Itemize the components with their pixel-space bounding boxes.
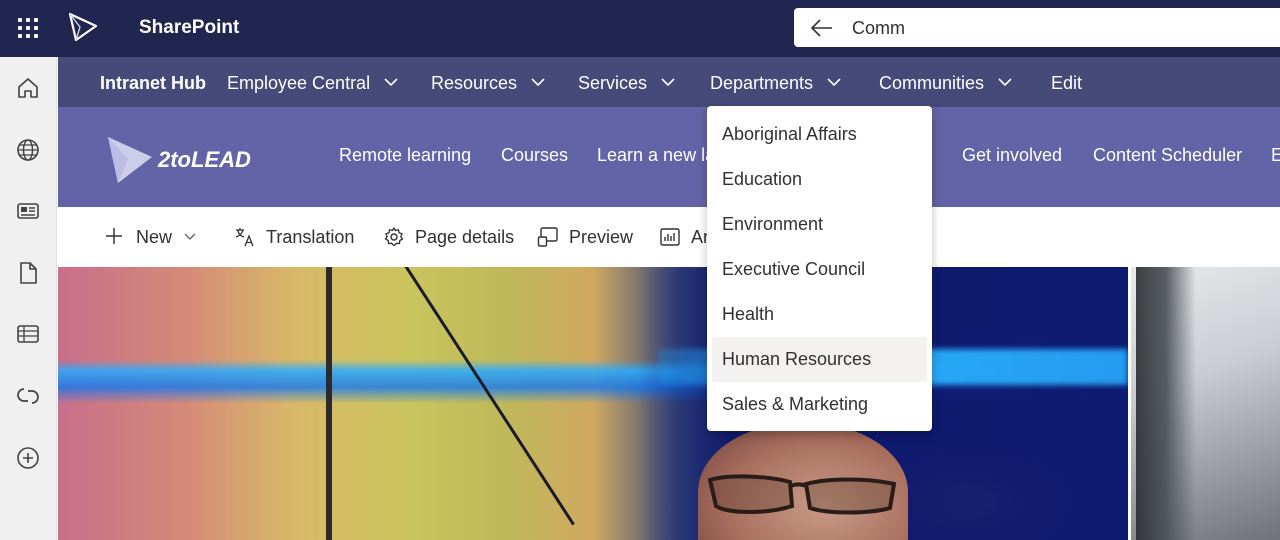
hub-nav-label: Departments [710, 73, 814, 93]
site-nav-learn-new[interactable]: Learn a new la [597, 145, 715, 166]
chevron-down-icon [184, 233, 196, 240]
command-bar: New Translation Page details Preview An [58, 207, 1280, 267]
site-logo-text: 2toLEAD [158, 147, 251, 172]
app-title[interactable]: SharePoint [139, 17, 239, 39]
glasses-icon [708, 474, 897, 515]
site-nav-remote-learning[interactable]: Remote learning [339, 145, 471, 166]
new-label: New [136, 227, 173, 247]
analytics-icon [660, 228, 680, 246]
departments-menu: Aboriginal Affairs Education Environment… [707, 106, 932, 431]
search-box[interactable] [794, 8, 1280, 47]
page-details-label: Page details [415, 227, 515, 247]
preview-button[interactable]: Preview [537, 225, 633, 249]
hub-nav-label: Employee Central [227, 73, 371, 93]
translation-icon [235, 228, 254, 247]
hub-title[interactable]: Intranet Hub [100, 57, 206, 107]
hub-nav-communities[interactable]: Communities [879, 57, 1012, 107]
site-header: 2toLEAD Remote learning Courses Learn a … [58, 107, 1280, 207]
chevron-down-icon [384, 78, 398, 87]
loop-icon[interactable] [15, 383, 41, 409]
back-arrow-icon[interactable] [810, 16, 834, 40]
hub-nav-services[interactable]: Services [578, 57, 675, 107]
hero-frame-line [326, 267, 332, 540]
globe-icon[interactable] [15, 137, 41, 163]
new-button[interactable]: New [104, 225, 200, 249]
translation-label: Translation [266, 227, 355, 247]
menu-item-education[interactable]: Education [712, 157, 927, 202]
preview-icon [537, 227, 558, 247]
menu-item-aboriginal-affairs[interactable]: Aboriginal Affairs [712, 112, 927, 157]
hub-navigation: Intranet Hub Employee Central Resources … [58, 57, 1280, 107]
gear-icon [384, 227, 404, 247]
hub-nav-label: Services [578, 73, 648, 93]
hub-nav-edit[interactable]: Edit [1051, 57, 1082, 107]
news-icon[interactable] [15, 198, 41, 224]
list-icon[interactable] [15, 321, 41, 347]
site-nav-courses[interactable]: Courses [501, 145, 568, 166]
chevron-down-icon [827, 78, 841, 87]
translation-button[interactable]: Translation [234, 225, 354, 249]
hub-nav-employee-central[interactable]: Employee Central [227, 57, 398, 107]
site-nav-content-scheduler[interactable]: Content Scheduler [1093, 145, 1242, 166]
add-circle-icon[interactable] [15, 445, 41, 471]
plus-icon [106, 228, 122, 244]
app-bar [0, 57, 57, 540]
chevron-down-icon [531, 78, 545, 87]
file-icon[interactable] [15, 260, 41, 286]
hero-image[interactable] [58, 267, 1280, 540]
suite-bar: SharePoint [0, 0, 1280, 57]
app-launcher-icon[interactable] [14, 14, 42, 42]
home-icon[interactable] [15, 75, 41, 101]
chevron-down-icon [661, 78, 675, 87]
hub-nav-resources[interactable]: Resources [431, 57, 545, 107]
site-nav-overflow[interactable]: E [1271, 145, 1280, 166]
menu-item-health[interactable]: Health [712, 292, 927, 337]
hub-nav-label: Communities [879, 73, 985, 93]
menu-item-human-resources[interactable]: Human Resources [712, 337, 927, 382]
sharepoint-logo-icon [68, 12, 98, 42]
hub-nav-departments[interactable]: Departments [710, 57, 841, 107]
search-input[interactable] [852, 15, 1252, 41]
chevron-down-icon [998, 78, 1012, 87]
menu-item-sales-marketing[interactable]: Sales & Marketing [712, 382, 927, 427]
menu-item-environment[interactable]: Environment [712, 202, 927, 247]
menu-item-executive-council[interactable]: Executive Council [712, 247, 927, 292]
preview-label: Preview [569, 227, 634, 247]
page-details-button[interactable]: Page details [383, 225, 514, 249]
hero-plant [1136, 267, 1196, 540]
hub-nav-label: Resources [431, 73, 518, 93]
site-nav-get-involved[interactable]: Get involved [962, 145, 1062, 166]
